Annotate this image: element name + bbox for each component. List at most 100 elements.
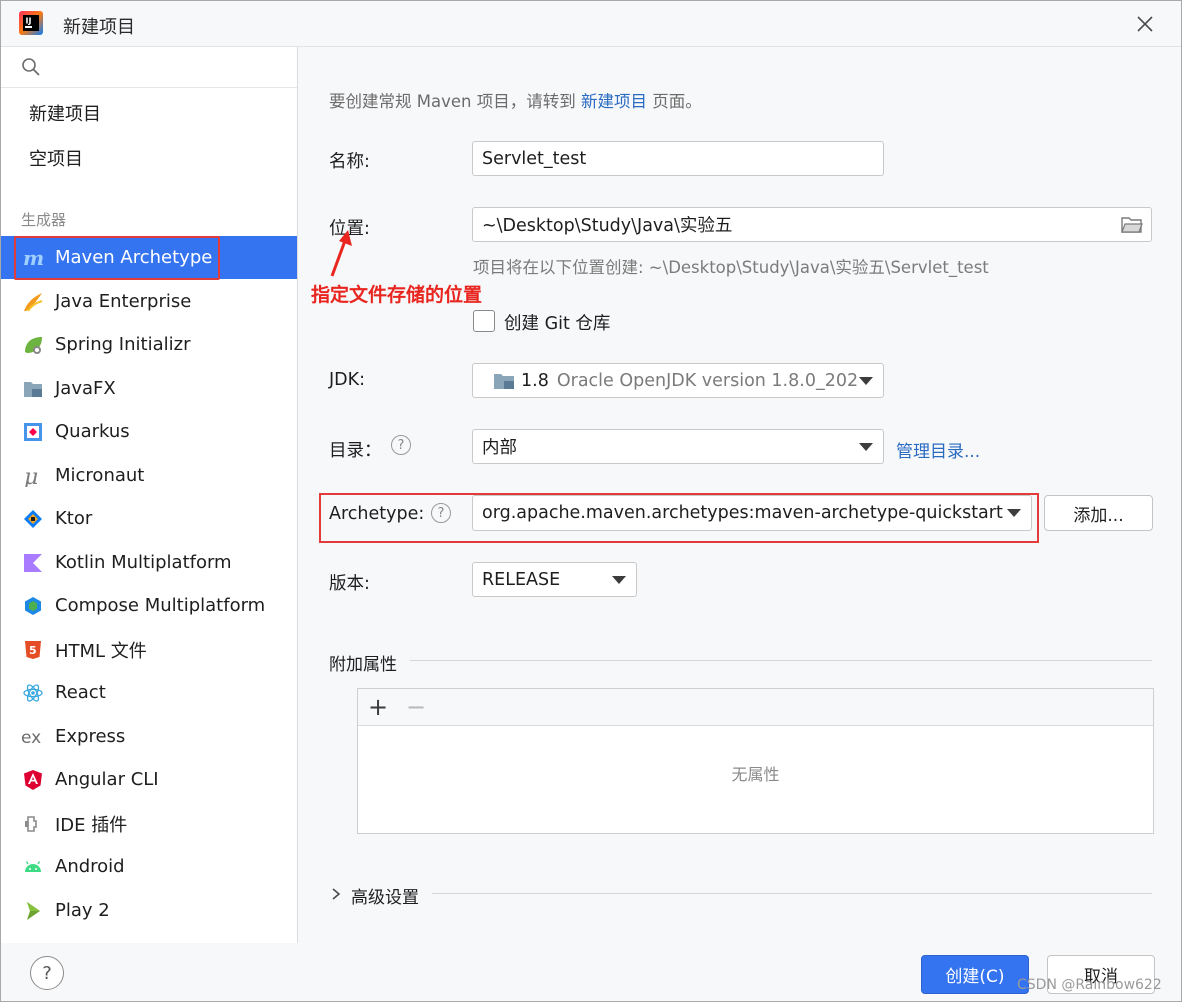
manage-catalogs-link[interactable]: 管理目录... [896, 437, 980, 462]
highlight-box-archetype [319, 493, 1039, 543]
sidebar-item-label: Quarkus [55, 421, 130, 442]
search-input[interactable] [51, 53, 285, 83]
sidebar-item-label: Angular CLI [55, 769, 159, 790]
sidebar-item-ide-plugin[interactable]: IDE 插件 [1, 802, 297, 845]
section-divider [432, 893, 1152, 894]
svg-text:IJ: IJ [26, 17, 32, 26]
catalog-value: 内部 [482, 438, 517, 458]
android-icon [21, 855, 45, 879]
search-box [1, 47, 297, 88]
location-annotation: 指定文件存储的位置 [311, 284, 483, 306]
sidebar-item-android[interactable]: Android [1, 845, 297, 888]
add-property-button[interactable]: + [364, 693, 392, 721]
javafx-icon [21, 377, 45, 401]
sidebar-item-kotlin-multiplatform[interactable]: Kotlin Multiplatform [1, 541, 297, 584]
sidebar-item-html-file[interactable]: 5 HTML 文件 [1, 628, 297, 671]
hint-prefix: 要创建常规 Maven 项目，请转到 [329, 92, 576, 111]
location-field[interactable]: ~\Desktop\Study\Java\实验五 [472, 207, 1152, 242]
spring-icon [21, 333, 45, 357]
sidebar-item-java-enterprise[interactable]: Java Enterprise [1, 280, 297, 323]
sidebar-item-label: Micronaut [55, 465, 145, 486]
catalog-help-icon[interactable]: ? [391, 435, 411, 455]
html5-icon: 5 [21, 638, 45, 662]
additional-properties-title: 附加属性 [329, 655, 397, 675]
sidebar: 新建项目 空项目 生成器 m Maven Archetype Java Ente… [1, 47, 298, 943]
version-select[interactable]: RELEASE [472, 562, 637, 597]
name-field[interactable]: Servlet_test [472, 141, 884, 176]
svg-text:μ: μ [24, 465, 38, 487]
catalog-select[interactable]: 内部 [472, 429, 884, 464]
sidebar-item-label: Express [55, 726, 126, 747]
jdk-select[interactable]: 1.8 Oracle OpenJDK version 1.8.0_202 [472, 363, 884, 398]
sidebar-item-label: Kotlin Multiplatform [55, 552, 232, 573]
annotation-arrow-icon [330, 230, 352, 277]
location-preview-hint: 项目将在以下位置创建: ~\Desktop\Study\Java\实验五\Ser… [473, 258, 989, 277]
chevron-down-icon [612, 575, 626, 584]
sidebar-item-new-project[interactable]: 新建项目 [29, 100, 101, 126]
create-button[interactable]: 创建(C) [921, 955, 1029, 994]
location-value: ~\Desktop\Study\Java\实验五 [482, 216, 733, 236]
ktor-icon [21, 507, 45, 531]
sidebar-item-micronaut[interactable]: μ Micronaut [1, 454, 297, 497]
play-icon [21, 899, 45, 923]
remove-property-button[interactable]: − [402, 693, 430, 721]
react-icon [21, 681, 45, 705]
intellij-logo-icon: IJ [19, 11, 43, 35]
add-archetype-button[interactable]: 添加... [1044, 495, 1153, 531]
express-icon: ex [21, 725, 45, 749]
sidebar-item-label: Ktor [55, 508, 93, 529]
close-icon [1137, 16, 1153, 32]
jdk-description: Oracle OpenJDK version 1.8.0_202 [556, 370, 859, 391]
version-value: RELEASE [482, 569, 561, 590]
kotlin-icon [21, 551, 45, 575]
close-button[interactable] [1131, 10, 1159, 38]
sidebar-item-express[interactable]: ex Express [1, 715, 297, 758]
window-title: 新建项目 [63, 17, 135, 38]
jdk-label: JDK: [329, 370, 366, 390]
catalog-label: 目录： [329, 441, 382, 461]
chevron-down-icon [859, 376, 873, 385]
svg-text:ex: ex [21, 728, 41, 748]
sidebar-item-quarkus[interactable]: Quarkus [1, 410, 297, 453]
sidebar-item-ktor[interactable]: Ktor [1, 497, 297, 540]
create-git-label: 创建 Git 仓库 [504, 314, 611, 334]
sidebar-item-spring-initializr[interactable]: Spring Initializr [1, 323, 297, 366]
plugin-icon [21, 812, 45, 836]
sidebar-item-label: Play 2 [55, 900, 110, 921]
hint-suffix: 页面。 [652, 92, 702, 111]
micronaut-icon: μ [21, 464, 45, 488]
sidebar-item-empty-project[interactable]: 空项目 [29, 145, 83, 171]
angular-icon [21, 768, 45, 792]
create-git-checkbox[interactable] [473, 310, 495, 332]
title-bar: IJ 新建项目 [1, 1, 1181, 47]
maven-hint: 要创建常规 Maven 项目，请转到 新建项目 页面。 [329, 88, 702, 112]
search-icon [22, 58, 40, 76]
java-enterprise-icon [21, 290, 45, 314]
version-label: 版本: [329, 574, 370, 594]
name-label: 名称: [329, 152, 370, 172]
sidebar-item-label: React [55, 682, 106, 703]
generators-group-label: 生成器 [21, 211, 67, 229]
jdk-version: 1.8 [521, 370, 549, 391]
sidebar-item-label: Spring Initializr [55, 334, 191, 355]
folder-browse-icon[interactable] [1121, 216, 1143, 234]
watermark: CSDN @Rainbow622 [1017, 977, 1162, 993]
sidebar-item-react[interactable]: React [1, 671, 297, 714]
compose-icon [21, 594, 45, 618]
no-properties-text: 无属性 [731, 765, 780, 784]
sidebar-item-label: Java Enterprise [55, 291, 192, 312]
sidebar-item-play-2[interactable]: Play 2 [1, 889, 297, 932]
sidebar-item-javafx[interactable]: JavaFX [1, 367, 297, 410]
chevron-down-icon [859, 442, 873, 451]
help-button[interactable]: ? [30, 956, 64, 990]
project-form: 要创建常规 Maven 项目，请转到 新建项目 页面。 名称: Servlet_… [298, 47, 1181, 1001]
properties-toolbar: + − [358, 689, 1153, 726]
advanced-settings-title[interactable]: 高级设置 [351, 883, 419, 908]
sidebar-item-label: JavaFX [55, 378, 116, 399]
chevron-right-icon[interactable] [329, 887, 343, 901]
sidebar-item-compose-multiplatform[interactable]: Compose Multiplatform [1, 584, 297, 627]
section-divider [410, 660, 1152, 661]
new-project-link[interactable]: 新建项目 [581, 92, 647, 111]
sidebar-item-angular-cli[interactable]: Angular CLI [1, 758, 297, 801]
jdk-folder-icon [494, 373, 514, 389]
